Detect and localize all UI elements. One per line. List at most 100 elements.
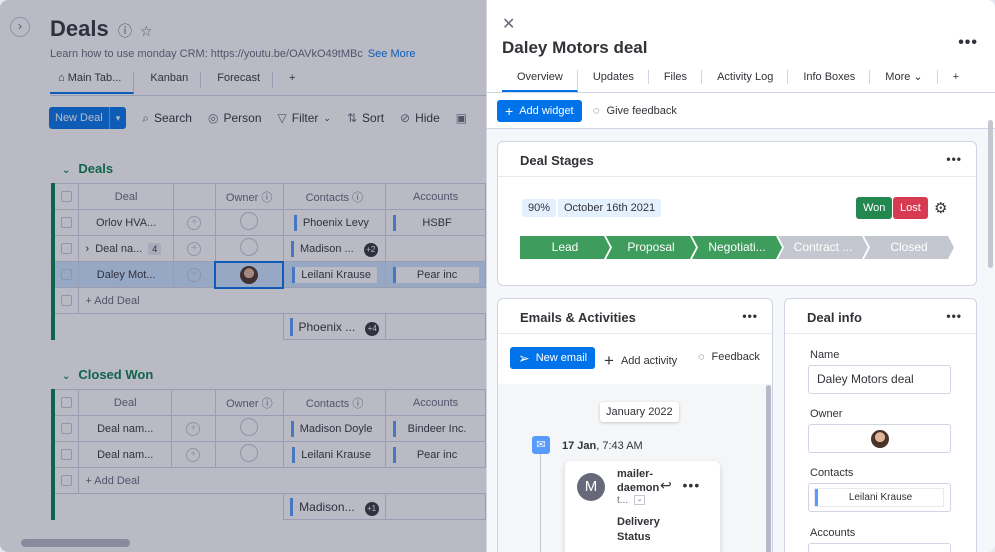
account-cell[interactable]: HSBF (385, 209, 486, 236)
column-header-contacts[interactable]: Contacts ⓘ (282, 183, 387, 210)
stage-2[interactable]: Proposal (606, 236, 696, 259)
select-all-checkbox[interactable] (61, 191, 73, 203)
info-icon[interactable]: ⓘ (118, 23, 140, 39)
deal-name-cell[interactable]: Orlov HVA... (78, 209, 174, 236)
panel-scrollbar[interactable] (988, 120, 993, 268)
expand-sidebar-button[interactable]: › (10, 17, 30, 37)
see-more-link[interactable]: See More (368, 48, 416, 60)
panel-title[interactable]: Daley Motors deal (502, 38, 648, 58)
row-checkbox[interactable] (61, 423, 73, 435)
stage-4[interactable]: Contract ... (778, 236, 868, 259)
contact-cell[interactable]: Leilani Krause (283, 441, 387, 468)
horizontal-scrollbar[interactable] (21, 539, 130, 547)
hide-button[interactable]: ⊘ Hide (400, 111, 440, 125)
empty-owner-avatar[interactable] (240, 418, 259, 436)
reply-icon[interactable]: ↩ (660, 477, 673, 493)
gear-icon[interactable]: ⚙ (934, 199, 947, 217)
tab-main-table[interactable]: ⌂ Main Tab... (50, 72, 135, 94)
star-icon[interactable]: ☆ (140, 23, 161, 39)
more-toolbar-icon[interactable]: ▣ (456, 111, 472, 125)
add-update-icon[interactable]: + (187, 241, 202, 256)
group-title-deals[interactable]: ⌄ Deals (62, 161, 113, 176)
contact-cell[interactable]: Phoenix Levy (282, 209, 387, 236)
add-update-icon[interactable]: + (187, 215, 202, 230)
chevron-down-icon[interactable]: ⌄ (62, 371, 70, 382)
row-checkbox[interactable] (61, 243, 73, 255)
account-cell[interactable]: Bindeer Inc. (385, 415, 486, 442)
new-email-button[interactable]: ➢ New email (510, 347, 596, 369)
tab-kanban[interactable]: Kanban (142, 72, 202, 88)
new-deal-button[interactable]: New Deal ▾ (49, 107, 127, 129)
lost-button[interactable]: Lost (893, 197, 928, 219)
account-cell[interactable]: Pear inc (385, 441, 486, 468)
chevron-down-icon[interactable]: ⌄ (62, 165, 70, 176)
account-cell[interactable]: Pear inc (385, 261, 486, 288)
feedback-button[interactable]: ◌ Feedback (698, 351, 760, 363)
add-activity-button[interactable]: + Add activity (604, 351, 677, 371)
owner-field[interactable] (808, 424, 951, 453)
select-all-checkbox[interactable] (61, 397, 73, 409)
contact-cell[interactable]: Madison Doyle (283, 415, 387, 442)
add-tab-button[interactable]: + (938, 70, 973, 84)
add-update-icon[interactable]: + (186, 421, 201, 436)
add-deal-input[interactable]: + Add Deal (78, 287, 486, 314)
row-checkbox[interactable] (61, 269, 73, 281)
tab-overview[interactable]: Overview (502, 70, 578, 92)
column-header-contacts[interactable]: Contacts ⓘ (283, 389, 387, 416)
tab-updates[interactable]: Updates (578, 70, 649, 84)
tab-files[interactable]: Files (649, 70, 703, 84)
column-header-accounts[interactable]: Accounts (385, 183, 486, 210)
widget-menu-icon[interactable]: ••• (742, 309, 758, 323)
add-update-icon[interactable]: + (186, 447, 201, 462)
column-header-deal[interactable]: Deal (78, 389, 172, 416)
column-header-owner[interactable]: Owner ⓘ (214, 389, 285, 416)
column-header-deal[interactable]: Deal (78, 183, 174, 210)
deal-name-cell[interactable]: › Deal na... 4 (78, 235, 174, 262)
widget-menu-icon[interactable]: ••• (946, 152, 962, 166)
email-item[interactable]: M mailer-daemon ↩ ••• t... ⌄ Delivery Stat… (565, 461, 720, 552)
stage-5[interactable]: Closed (864, 236, 954, 259)
stage-3[interactable]: Negotiati... (692, 236, 782, 259)
tab-forecast[interactable]: Forecast (209, 72, 274, 88)
won-button[interactable]: Won (856, 197, 893, 219)
tab-info-boxes[interactable]: Info Boxes (788, 70, 871, 84)
column-header-owner[interactable]: Owner ⓘ (214, 183, 284, 210)
search-button[interactable]: ⌕ Search (142, 111, 192, 126)
vertical-scrollbar[interactable] (766, 385, 771, 552)
group-title-closed-won[interactable]: ⌄ Closed Won (62, 367, 153, 382)
give-feedback-button[interactable]: ◌ Give feedback (593, 105, 677, 117)
name-field[interactable]: Daley Motors deal (808, 365, 951, 394)
column-header-accounts[interactable]: Accounts (385, 389, 486, 416)
empty-owner-avatar[interactable] (240, 237, 259, 256)
account-cell[interactable] (385, 235, 486, 262)
empty-owner-avatar[interactable] (240, 444, 259, 462)
add-deal-input[interactable]: + Add Deal (78, 467, 486, 494)
deal-name-cell[interactable]: Deal nam... (78, 415, 172, 442)
contacts-field[interactable]: Leilani Krause (808, 483, 951, 512)
empty-owner-avatar[interactable] (240, 212, 259, 230)
sort-button[interactable]: ⇅ Sort (347, 111, 384, 125)
contact-cell[interactable]: Leilani Krause (282, 261, 387, 288)
contact-cell[interactable]: Madison ... +2 (282, 235, 387, 262)
add-view-button[interactable]: + (281, 72, 307, 88)
deal-name-cell[interactable]: Deal nam... (78, 441, 172, 468)
chevron-right-icon[interactable]: › (85, 243, 89, 255)
row-checkbox[interactable] (61, 449, 73, 461)
stage-1[interactable]: Lead (520, 236, 610, 259)
more-options-icon[interactable]: ••• (683, 477, 701, 493)
chevron-down-icon[interactable]: ▾ (108, 107, 127, 129)
owner-avatar[interactable] (240, 265, 259, 284)
person-filter-button[interactable]: ◎ Person (208, 111, 262, 125)
accounts-field[interactable] (808, 543, 951, 552)
add-widget-button[interactable]: + Add widget (497, 100, 582, 122)
add-update-icon[interactable]: + (187, 267, 202, 282)
close-icon[interactable]: ✕ (502, 14, 515, 34)
more-options-icon[interactable]: ••• (958, 34, 978, 52)
deal-name-cell[interactable]: Daley Mot... (78, 261, 174, 288)
row-checkbox[interactable] (61, 217, 73, 229)
widget-menu-icon[interactable]: ••• (946, 309, 962, 323)
tab-more[interactable]: More ⌄ (870, 70, 938, 84)
filter-button[interactable]: ▽ Filter ⌄ (278, 111, 331, 125)
chevron-down-icon[interactable]: ⌄ (634, 495, 646, 506)
tab-activity-log[interactable]: Activity Log (702, 70, 789, 84)
